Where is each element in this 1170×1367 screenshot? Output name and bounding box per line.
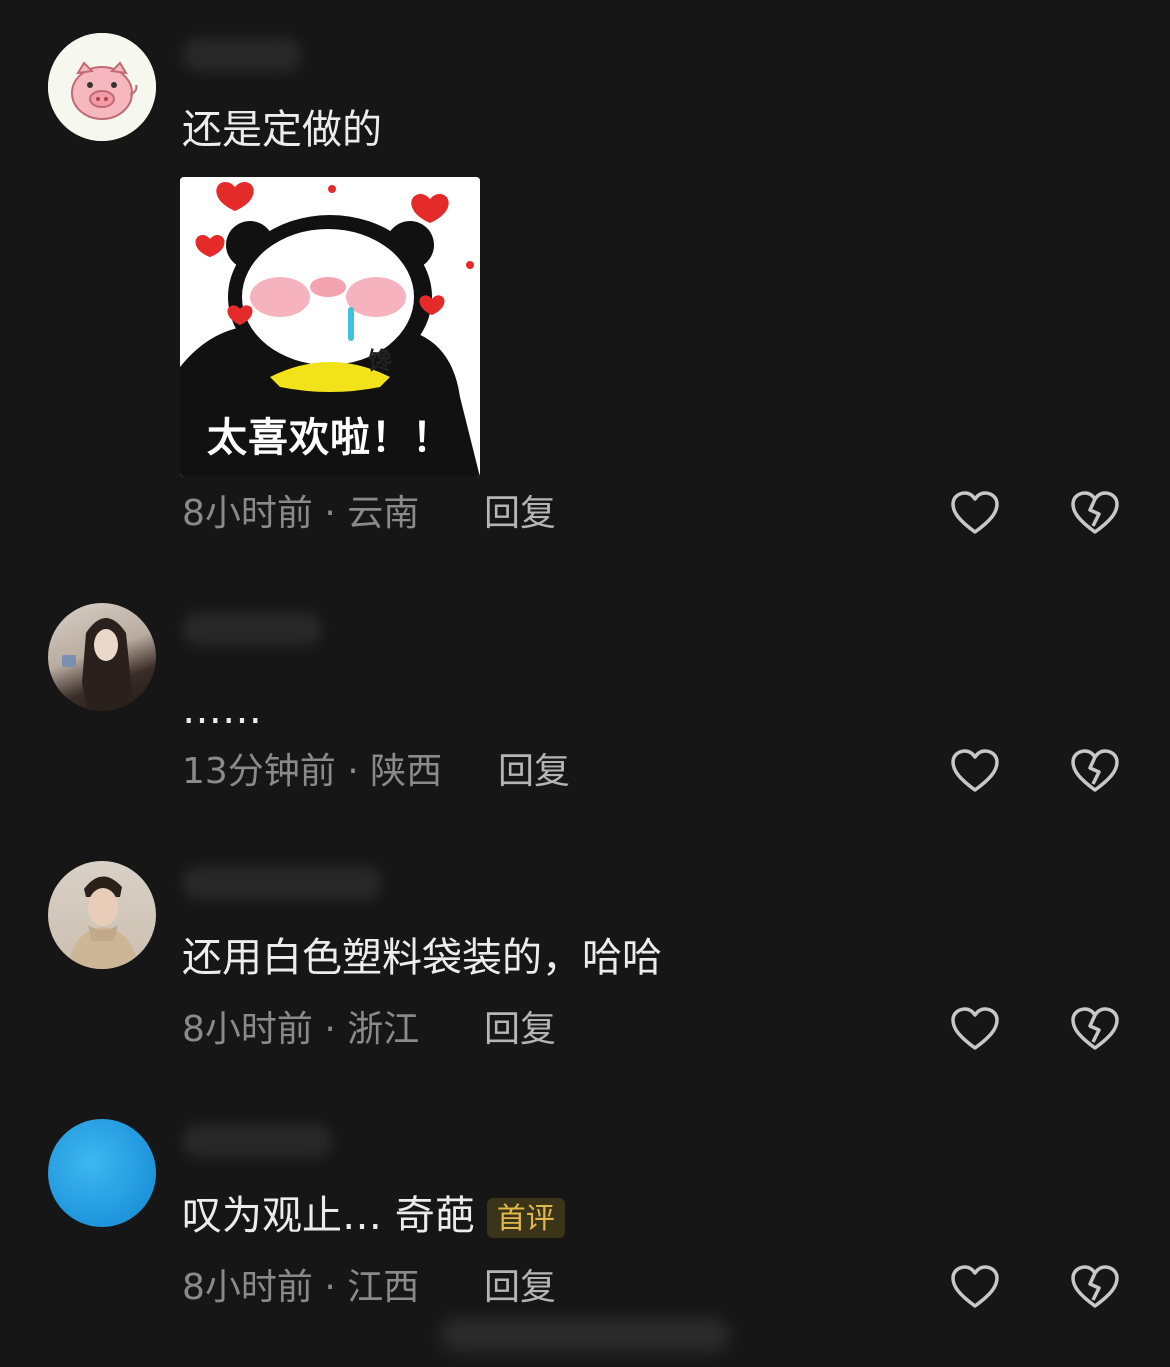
comment-time: 8小时前 — [182, 1009, 313, 1050]
comment-text: 叹为观止… 奇葩 首评 — [182, 1190, 565, 1242]
heart-icon[interactable] — [950, 490, 1000, 536]
person-photo-icon — [68, 876, 138, 969]
comment-location: 江西 — [347, 1267, 420, 1308]
sticker-image[interactable]: 馋 太喜欢啦！！ — [180, 177, 480, 477]
heart-icon[interactable] — [950, 1264, 1000, 1310]
broken-heart-icon[interactable] — [1070, 1264, 1120, 1310]
reply-button[interactable]: 回复 — [484, 492, 556, 536]
reply-button[interactable]: 回复 — [484, 1008, 556, 1052]
comment-text: …… — [182, 687, 262, 733]
avatar[interactable] — [48, 603, 156, 711]
comment-text: 还用白色塑料袋装的，哈哈 — [182, 935, 662, 981]
comment-meta: 8小时前 · 浙江 — [182, 1008, 419, 1052]
pig-avatar-icon — [48, 33, 156, 141]
username-blurred[interactable] — [182, 612, 322, 646]
first-comment-badge: 首评 — [486, 1198, 565, 1238]
avatar[interactable] — [48, 861, 156, 969]
comment-meta: 8小时前 · 云南 — [182, 492, 419, 536]
username-blurred[interactable] — [182, 38, 302, 72]
watermark-blur — [440, 1318, 730, 1352]
username-blurred[interactable] — [182, 866, 382, 900]
comment-meta: 8小时前 · 江西 — [182, 1266, 419, 1310]
broken-heart-icon[interactable] — [1070, 748, 1120, 794]
reply-button[interactable]: 回复 — [498, 750, 570, 794]
username-blurred[interactable] — [182, 1124, 332, 1158]
meta-separator: · — [312, 1009, 348, 1050]
heart-icon[interactable] — [950, 1006, 1000, 1052]
comment-text: 还是定做的 — [182, 107, 382, 153]
comment-time: 8小时前 — [182, 493, 313, 534]
comment-meta: 13分钟前 · 陕西 — [182, 750, 442, 794]
heart-icon[interactable] — [950, 748, 1000, 794]
person-photo-icon — [62, 618, 132, 711]
comment-text-content: 叹为观止… 奇葩 — [182, 1193, 475, 1239]
broken-heart-icon[interactable] — [1070, 490, 1120, 536]
meta-separator: · — [312, 493, 348, 534]
comment-location: 陕西 — [370, 751, 443, 792]
comment-time: 13分钟前 — [182, 751, 336, 792]
sticker-caption: 太喜欢啦！！ — [207, 415, 453, 461]
sticker-side-text: 馋 — [368, 347, 392, 375]
comment-location: 浙江 — [347, 1009, 420, 1050]
meta-separator: · — [335, 751, 371, 792]
reply-button[interactable]: 回复 — [484, 1266, 556, 1310]
meta-separator: · — [312, 1267, 348, 1308]
comment-location: 云南 — [347, 493, 420, 534]
broken-heart-icon[interactable] — [1070, 1006, 1120, 1052]
avatar[interactable] — [48, 33, 156, 141]
avatar[interactable] — [48, 1119, 156, 1227]
comment-time: 8小时前 — [182, 1267, 313, 1308]
